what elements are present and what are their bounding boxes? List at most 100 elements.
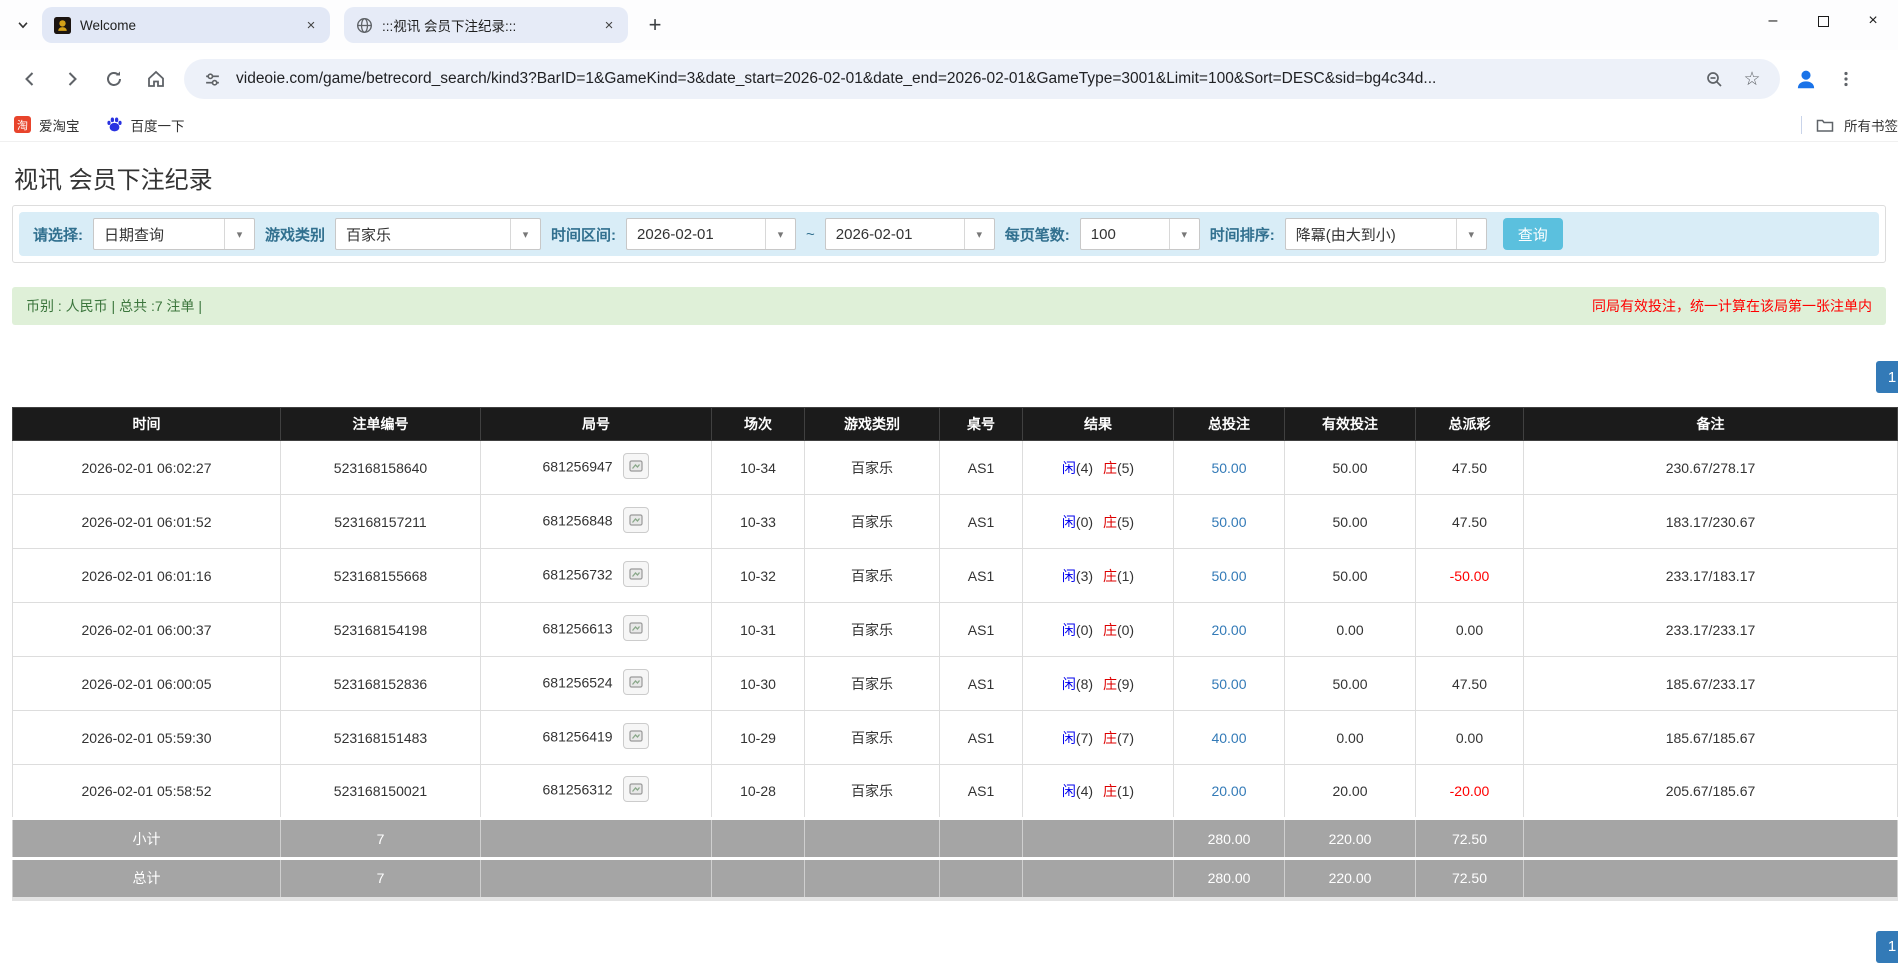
cell-table: AS1 bbox=[939, 710, 1023, 765]
total-bet-link[interactable]: 50.00 bbox=[1211, 568, 1246, 584]
per-page-label: 每页笔数: bbox=[1004, 226, 1070, 244]
cell-round: 681256312 bbox=[480, 764, 712, 819]
bookmark-star-icon[interactable]: ☆ bbox=[1738, 65, 1766, 93]
total-bet-link[interactable]: 50.00 bbox=[1211, 460, 1246, 476]
cell-result: 闲(8) 庄(9) bbox=[1022, 656, 1174, 711]
total-bet-link[interactable]: 50.00 bbox=[1211, 514, 1246, 530]
cell-valid-bet: 50.00 bbox=[1284, 548, 1416, 603]
home-icon bbox=[148, 70, 164, 87]
bookmark-label: 爱淘宝 bbox=[39, 118, 80, 134]
subtotal-payout: 72.50 bbox=[1415, 817, 1524, 859]
page-1-button[interactable]: 1 bbox=[1876, 361, 1898, 393]
subtotal-valid-bet: 220.00 bbox=[1284, 817, 1416, 859]
result-banker: 庄 bbox=[1102, 567, 1117, 584]
bookmarks-divider bbox=[1801, 115, 1802, 134]
maximize-icon bbox=[1817, 15, 1829, 27]
sort-select[interactable]: 降冪(由大到小) ▾ bbox=[1284, 218, 1487, 250]
close-icon[interactable]: × bbox=[302, 16, 320, 34]
result-player-points: (0) bbox=[1075, 621, 1094, 638]
bookmark-taobao[interactable]: 淘 爱淘宝 bbox=[14, 115, 80, 135]
query-type-select[interactable]: 日期查询 ▾ bbox=[93, 218, 255, 250]
cell-note: 185.67/185.67 bbox=[1523, 710, 1898, 765]
round-detail-icon[interactable] bbox=[623, 722, 650, 749]
header-table: 桌号 bbox=[939, 407, 1023, 441]
table-row: 2026-02-01 06:00:05 523168152836 6812565… bbox=[12, 656, 1898, 711]
url-bar[interactable]: videoie.com/game/betrecord_search/kind3?… bbox=[184, 59, 1780, 99]
cell-table: AS1 bbox=[939, 764, 1023, 819]
site-settings-icon[interactable] bbox=[198, 65, 226, 93]
total-bet-link[interactable]: 50.00 bbox=[1211, 676, 1246, 692]
result-banker: 庄 bbox=[1102, 513, 1117, 530]
total-total-bet: 280.00 bbox=[1173, 857, 1285, 901]
profile-avatar[interactable] bbox=[1788, 61, 1824, 97]
per-page-select[interactable]: 100 ▾ bbox=[1079, 218, 1200, 250]
tab-betrecord[interactable]: :::视讯 会员下注纪录::: × bbox=[344, 7, 628, 43]
date-range-label: 时间区间: bbox=[551, 226, 617, 244]
round-detail-icon[interactable] bbox=[623, 452, 650, 479]
date-end-select[interactable]: 2026-02-01 ▾ bbox=[824, 218, 995, 250]
home-button[interactable] bbox=[136, 59, 176, 99]
cell-game-type: 百家乐 bbox=[804, 710, 940, 765]
cell-bet-id: 523168154198 bbox=[280, 602, 481, 657]
cell-session: 10-31 bbox=[711, 602, 805, 657]
minimize-button[interactable]: – bbox=[1748, 0, 1798, 42]
cell-valid-bet: 20.00 bbox=[1284, 764, 1416, 819]
result-banker: 庄 bbox=[1102, 621, 1117, 638]
cell-table: AS1 bbox=[939, 440, 1023, 495]
table-row: 2026-02-01 05:59:30 523168151483 6812564… bbox=[12, 710, 1898, 765]
forward-button[interactable] bbox=[52, 59, 92, 99]
cell-result: 闲(4) 庄(1) bbox=[1022, 764, 1174, 819]
new-tab-button[interactable]: + bbox=[640, 10, 670, 40]
cell-round: 681256613 bbox=[480, 602, 712, 657]
game-type-value: 百家乐 bbox=[346, 226, 392, 244]
cell-round: 681256419 bbox=[480, 710, 712, 765]
reload-button[interactable] bbox=[94, 59, 134, 99]
round-number: 681256732 bbox=[542, 566, 613, 583]
page-1-button[interactable]: 1 bbox=[1876, 930, 1898, 963]
result-player: 闲 bbox=[1061, 675, 1076, 692]
result-banker: 庄 bbox=[1102, 675, 1117, 692]
header-time: 时间 bbox=[12, 407, 281, 441]
cell-session: 10-28 bbox=[711, 764, 805, 819]
cell-valid-bet: 50.00 bbox=[1284, 440, 1416, 495]
total-bet-link[interactable]: 20.00 bbox=[1211, 783, 1246, 799]
date-start-select[interactable]: 2026-02-01 ▾ bbox=[626, 218, 797, 250]
round-detail-icon[interactable] bbox=[623, 668, 650, 695]
result-player-points: (4) bbox=[1075, 783, 1094, 799]
cell-note: 185.67/233.17 bbox=[1523, 656, 1898, 711]
result-player: 闲 bbox=[1061, 621, 1076, 638]
round-detail-icon[interactable] bbox=[623, 614, 650, 641]
total-label: 总计 bbox=[12, 857, 281, 901]
reload-icon bbox=[107, 71, 121, 86]
tab-strip: Welcome × :::视讯 会员下注纪录::: × + – × bbox=[0, 0, 1898, 50]
tab-search-button[interactable] bbox=[8, 10, 38, 40]
cell-round: 681256732 bbox=[480, 548, 712, 603]
cell-note: 205.67/185.67 bbox=[1523, 764, 1898, 819]
close-icon[interactable]: × bbox=[600, 16, 618, 34]
cell-time: 2026-02-01 06:01:52 bbox=[12, 494, 281, 549]
round-detail-icon[interactable] bbox=[623, 776, 650, 802]
game-type-select[interactable]: 百家乐 ▾ bbox=[335, 218, 542, 250]
all-bookmarks-label[interactable]: 所有书签 bbox=[1844, 115, 1898, 135]
tab-welcome[interactable]: Welcome × bbox=[42, 7, 330, 43]
cell-session: 10-29 bbox=[711, 710, 805, 765]
zoom-out-icon[interactable] bbox=[1700, 65, 1728, 93]
total-bet-link[interactable]: 20.00 bbox=[1211, 622, 1246, 638]
bookmark-baidu[interactable]: 百度一下 bbox=[106, 115, 185, 135]
cell-total-bet: 50.00 bbox=[1173, 656, 1285, 711]
total-bet-link[interactable]: 40.00 bbox=[1211, 730, 1246, 746]
three-dots-icon bbox=[1844, 71, 1848, 87]
search-button[interactable]: 查询 bbox=[1502, 218, 1563, 250]
subtotal-label: 小计 bbox=[12, 817, 281, 859]
back-button[interactable] bbox=[10, 59, 50, 99]
browser-toolbar: videoie.com/game/betrecord_search/kind3?… bbox=[0, 50, 1898, 108]
table-header-row: 时间 注单编号 局号 场次 游戏类别 桌号 结果 总投注 有效投注 总派彩 备注 bbox=[12, 407, 1898, 441]
maximize-button[interactable] bbox=[1798, 0, 1848, 42]
round-detail-icon[interactable] bbox=[623, 506, 650, 533]
bookmarks-bar: 淘 爱淘宝 百度一下 所有书签 bbox=[0, 108, 1898, 142]
browser-menu-button[interactable] bbox=[1826, 59, 1866, 99]
cell-result: 闲(0) 庄(0) bbox=[1022, 602, 1174, 657]
round-detail-icon[interactable] bbox=[623, 560, 650, 587]
window-close-button[interactable]: × bbox=[1848, 0, 1898, 42]
cell-note: 233.17/183.17 bbox=[1523, 548, 1898, 603]
